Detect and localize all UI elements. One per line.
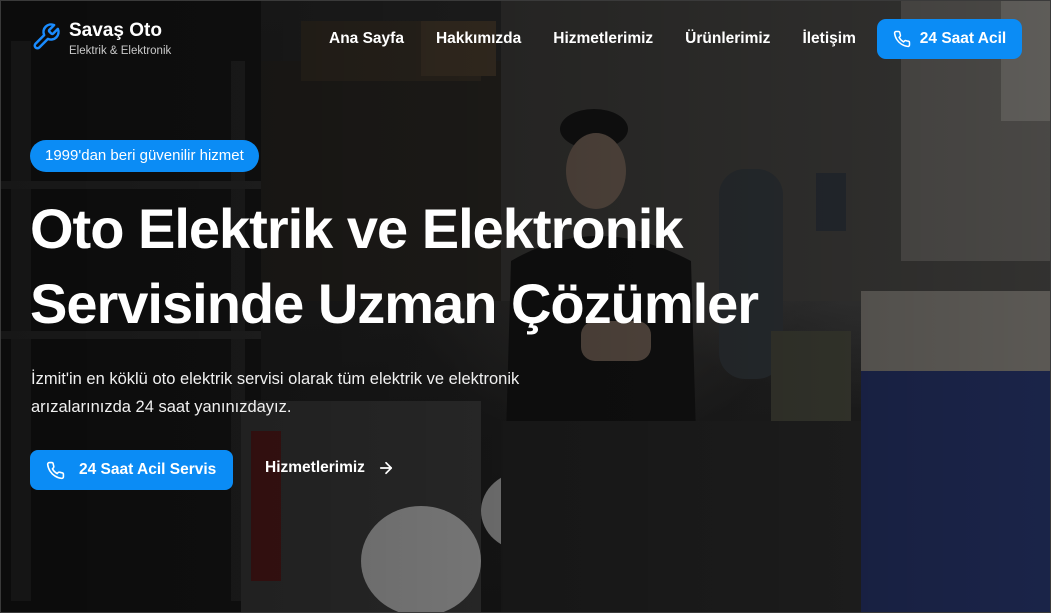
hero-section: Savaş Oto Elektrik & Elektronik Ana Sayf… [0, 0, 1051, 613]
phone-icon [46, 461, 65, 480]
nav-item-about[interactable]: Hakkımızda [436, 29, 521, 49]
nav-item-home[interactable]: Ana Sayfa [329, 29, 404, 49]
emergency-call-label: 24 Saat Acil [919, 30, 1007, 47]
nav-item-services[interactable]: Hizmetlerimiz [553, 29, 653, 49]
wrench-icon [31, 19, 61, 52]
emergency-call-button[interactable]: 24 Saat Acil [877, 19, 1022, 59]
brand-tagline: Elektrik & Elektronik [69, 45, 172, 57]
site-header: Savaş Oto Elektrik & Elektronik Ana Sayf… [1, 1, 1050, 77]
services-link-label: Hizmetlerimiz [265, 459, 365, 476]
hero-headline: Oto Elektrik ve Elektronik Servisinde Uz… [30, 191, 850, 341]
emergency-service-button[interactable]: 24 Saat Acil Servis [30, 450, 233, 490]
brand-logo[interactable]: Savaş Oto Elektrik & Elektronik [31, 19, 171, 58]
services-link[interactable]: Hizmetlerimiz [265, 459, 395, 477]
arrow-right-icon [377, 459, 395, 477]
headline-line-1: Oto Elektrik ve Elektronik [30, 197, 683, 260]
hero-description: İzmit'in en köklü oto elektrik servisi o… [31, 370, 520, 416]
nav-item-products[interactable]: Ürünlerimiz [685, 29, 770, 49]
nav-item-contact[interactable]: İletişim [802, 29, 855, 49]
brand-text: Savaş Oto Elektrik & Elektronik [69, 19, 171, 58]
main-nav: Ana Sayfa Hakkımızda Hizmetlerimiz Ürünl… [329, 29, 856, 49]
emergency-service-label: 24 Saat Acil Servis [79, 461, 217, 478]
headline-line-2: Servisinde Uzman Çözümler [30, 272, 759, 335]
brand-name: Savaş Oto [69, 20, 162, 41]
since-badge: 1999'dan beri güvenilir hizmet [30, 140, 259, 172]
phone-icon [893, 30, 911, 48]
